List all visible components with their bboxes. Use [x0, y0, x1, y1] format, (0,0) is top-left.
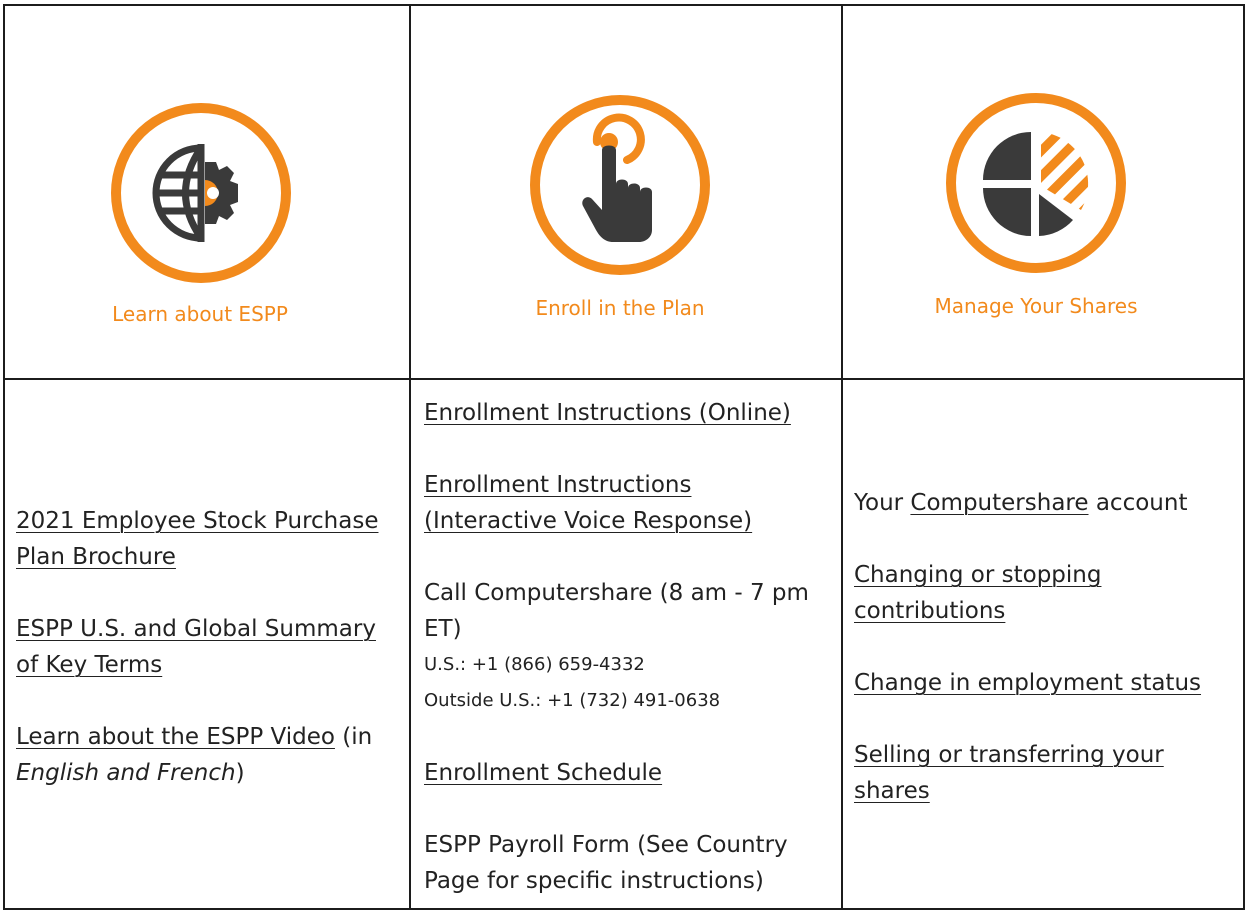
espp-video-link[interactable]: Learn about the ESPP Video: [16, 724, 335, 750]
column-divider-2: [841, 4, 843, 910]
computershare-account-line: Your Computershare account: [854, 490, 1188, 516]
pie-chart-icon: [943, 90, 1129, 276]
enroll-links: Enrollment Instructions (Online) Enrollm…: [424, 395, 824, 899]
column-divider-1: [409, 4, 411, 910]
learn-caption: Learn about ESPP: [112, 302, 288, 326]
video-language: English and French: [16, 760, 236, 786]
manage-caption: Manage Your Shares: [934, 294, 1138, 318]
outside-us-phone: Outside U.S.: +1 (732) 491-0638: [424, 690, 721, 711]
enroll-caption: Enroll in the Plan: [535, 296, 705, 320]
selling-shares-link[interactable]: Selling or transferring your shares: [854, 742, 1164, 804]
summary-of-key-terms-link[interactable]: ESPP U.S. and Global Summary of Key Terms: [16, 616, 376, 678]
brochure-link[interactable]: 2021 Employee Stock Purchase Plan Brochur…: [16, 508, 378, 570]
employment-status-link[interactable]: Change in employment status: [854, 670, 1201, 696]
video-suffix: (in: [334, 724, 373, 750]
video-line: Learn about the ESPP Video (in English an…: [16, 724, 373, 786]
call-computershare-text: Call Computershare (8 am - 7 pm ET): [424, 580, 809, 642]
learn-links: 2021 Employee Stock Purchase Plan Brochur…: [16, 503, 396, 791]
manage-links: Your Computershare account Changing or s…: [854, 485, 1234, 809]
enrollment-online-link[interactable]: Enrollment Instructions (Online): [424, 400, 791, 426]
enrollment-ivr-link[interactable]: Enrollment Instructions (Interactive Voic…: [424, 472, 752, 534]
globe-gear-icon: [108, 100, 294, 286]
computershare-link[interactable]: Computershare: [910, 490, 1088, 516]
enrollment-schedule-link[interactable]: Enrollment Schedule: [424, 760, 662, 786]
changing-contributions-link[interactable]: Changing or stopping contributions: [854, 562, 1101, 624]
row-divider: [3, 378, 1245, 380]
us-phone: U.S.: +1 (866) 659-4332: [424, 654, 645, 675]
pointing-hand-icon: [527, 92, 713, 278]
payroll-form-text: ESPP Payroll Form (See Country Page for s…: [424, 832, 788, 894]
